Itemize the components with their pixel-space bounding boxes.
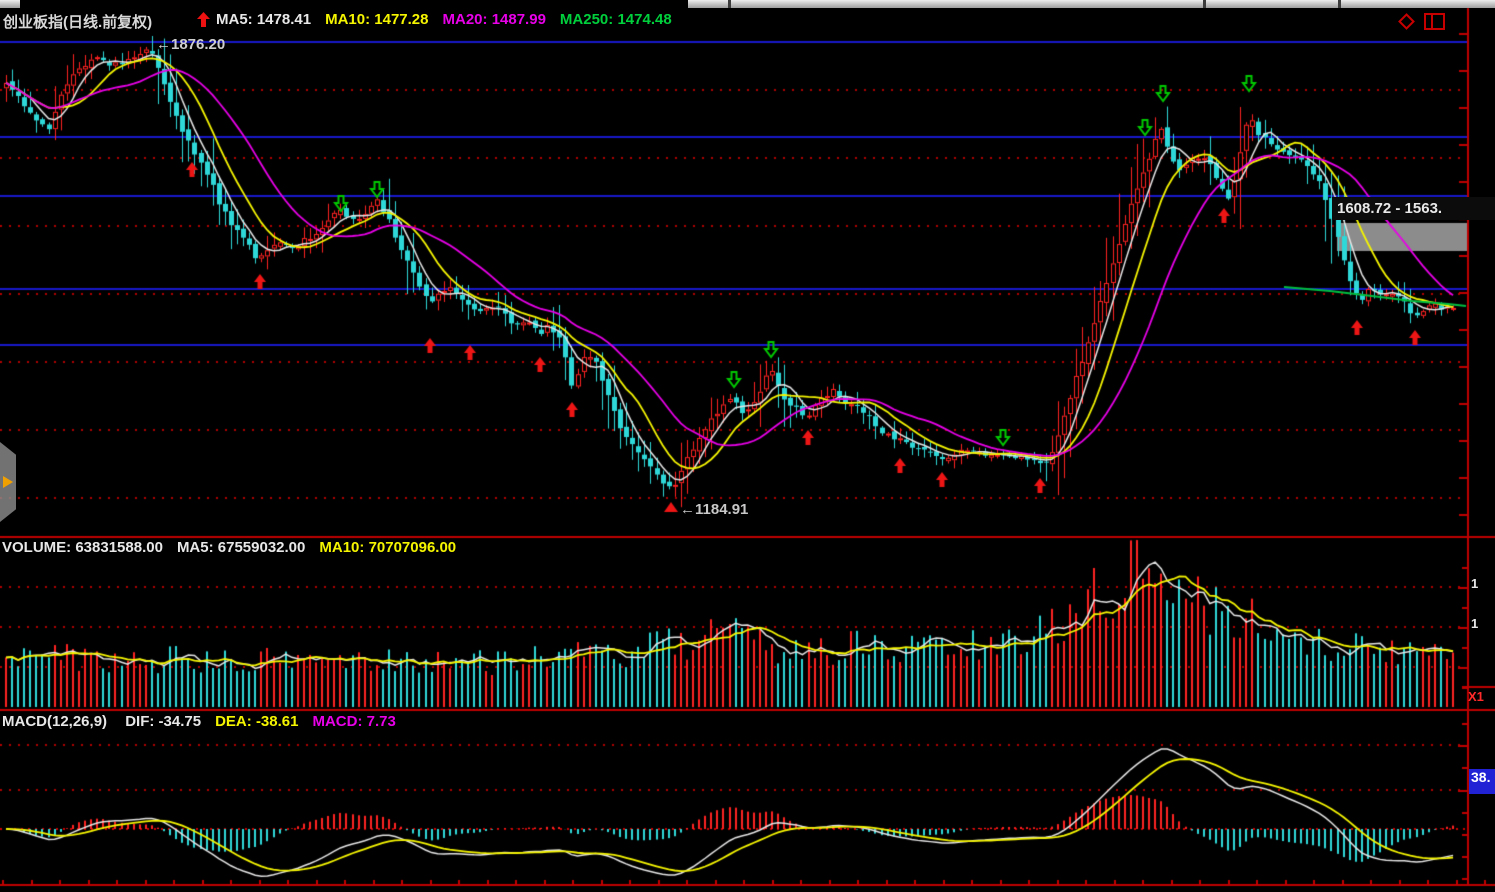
indicator-label: MA10: <box>325 11 370 28</box>
indicator-label: VOLUME: <box>2 539 71 556</box>
up-arrow-icon <box>197 12 210 28</box>
chart-canvas[interactable] <box>0 0 1495 892</box>
indicator-label: MA5: <box>177 539 214 556</box>
indicator-value: 67559032.00 <box>218 539 306 556</box>
indicator-value: 7.73 <box>367 713 396 730</box>
window-top-strip <box>0 0 20 8</box>
indicator-value: 1474.48 <box>617 11 671 28</box>
high-price-label: ←1876.20 <box>156 36 225 53</box>
indicator-label: MACD(12,26,9) <box>2 713 107 730</box>
indicator-label: MA250: <box>560 11 613 28</box>
indicator-label: MA10: <box>319 539 364 556</box>
left-flyout-handle[interactable] <box>0 442 16 522</box>
strip-notch <box>1338 0 1341 8</box>
indicator: MACD(12,26,9) <box>2 713 111 730</box>
volume-unit-label: X1 <box>1468 689 1484 704</box>
macd-indicator-row: MACD(12,26,9) DIF: -34.75 DEA: -38.61 MACD… <box>2 713 410 731</box>
indicator: MA20: 1487.99 <box>443 11 546 28</box>
indicator-label: DIF: <box>125 713 154 730</box>
strip-notch <box>728 0 731 8</box>
indicator: MA5: 67559032.00 <box>177 539 305 556</box>
diamond-tool-icon[interactable] <box>1398 13 1415 30</box>
indicator-value: 1478.41 <box>257 11 311 28</box>
indicator-value: 1477.28 <box>374 11 428 28</box>
volume-indicator-row: VOLUME: 63831588.00 MA5: 67559032.00 MA10:… <box>2 539 470 557</box>
indicator-label: MA5: <box>216 11 253 28</box>
indicator: MA10: 70707096.00 <box>319 539 456 556</box>
indicator-label: MA20: <box>443 11 488 28</box>
indicator-value: 1487.99 <box>492 11 546 28</box>
volume-axis-label: 1 <box>1471 616 1478 631</box>
indicator: DEA: -38.61 <box>215 713 298 730</box>
indicator: MA5: 1478.41 <box>216 11 311 28</box>
indicator: MA10: 1477.28 <box>325 11 428 28</box>
volume-axis-label: 1 <box>1471 576 1478 591</box>
indicator: MACD: 7.73 <box>312 713 395 730</box>
strip-notch <box>1203 0 1206 8</box>
indicator-label: DEA: <box>215 713 252 730</box>
window-top-strip <box>688 0 1495 8</box>
indicator-label: MACD: <box>312 713 362 730</box>
chart-title: 创业板指(日线.前复权) <box>3 11 152 32</box>
indicator-value: 70707096.00 <box>369 539 457 556</box>
indicator-value: 63831588.00 <box>75 539 163 556</box>
indicator-value: -34.75 <box>159 713 202 730</box>
low-price-label: ←1184.91 <box>680 501 748 518</box>
stock-chart-window: 创业板指(日线.前复权) MA5: 1478.41MA10: 1477.28MA… <box>0 0 1495 892</box>
ma-indicator-row: MA5: 1478.41MA10: 1477.28MA20: 1487.99MA… <box>216 11 686 29</box>
dea-value-badge: 38. <box>1469 769 1495 794</box>
split-window-icon[interactable] <box>1424 13 1445 30</box>
gap-tooltip-text: 1608.72 - 1563. <box>1332 200 1442 217</box>
gap-tooltip: 1608.72 - 1563. <box>1332 197 1495 220</box>
indicator: VOLUME: 63831588.00 <box>2 539 163 556</box>
expand-triangle-icon <box>3 476 13 488</box>
indicator: DIF: -34.75 <box>125 713 201 730</box>
indicator-value: -38.61 <box>256 713 299 730</box>
indicator: MA250: 1474.48 <box>560 11 672 28</box>
